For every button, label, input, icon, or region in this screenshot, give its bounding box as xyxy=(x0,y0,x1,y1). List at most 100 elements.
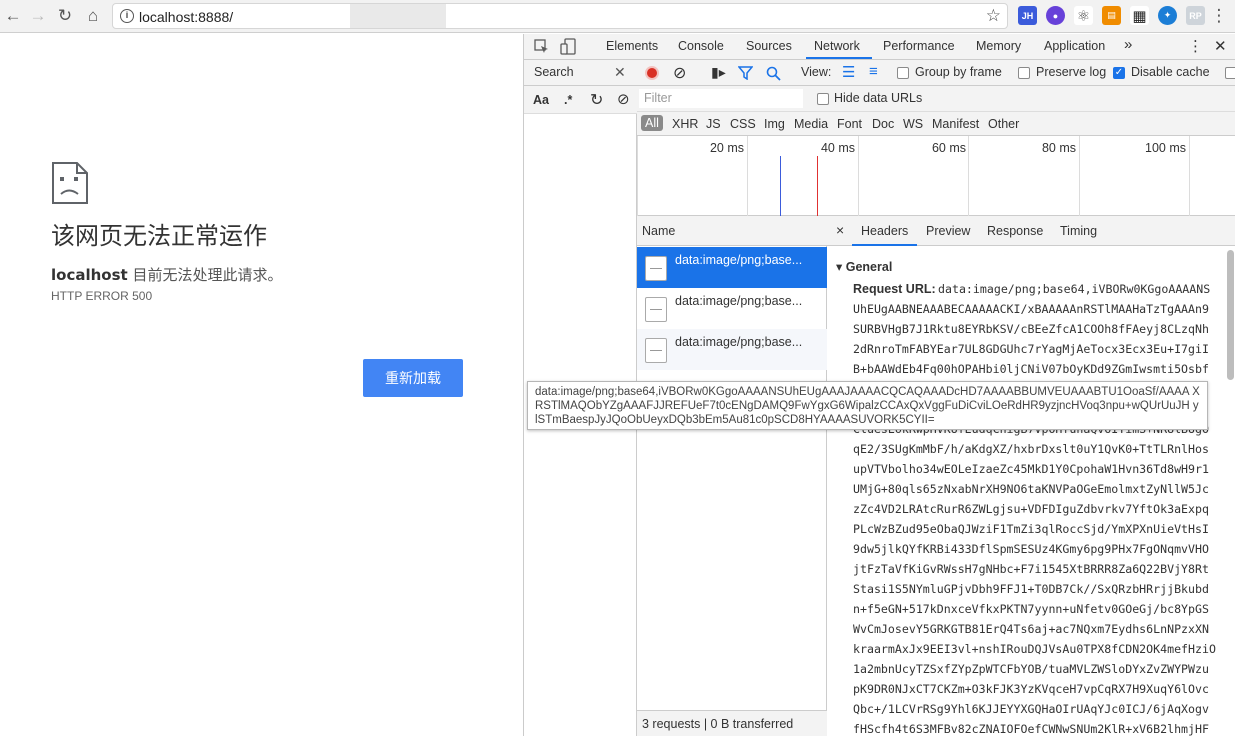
address-bar[interactable]: i localhost:8888/ ☆ xyxy=(112,3,1008,29)
type-filter-manifest[interactable]: Manifest xyxy=(932,117,979,131)
type-filter-css[interactable]: CSS xyxy=(730,117,756,131)
view-label: View: xyxy=(801,65,832,79)
hide-data-urls-checkbox[interactable] xyxy=(817,93,829,105)
tab-network-indicator xyxy=(806,57,872,59)
info-icon[interactable]: i xyxy=(120,9,134,23)
request-url-line: WvCmJosevY5GRKGTB81ErQ4Ts6aj+ac7NQxm7Eyd… xyxy=(853,622,1209,636)
tab-network[interactable]: Network xyxy=(814,39,860,53)
tab-preview[interactable]: Preview xyxy=(926,224,970,238)
more-tabs-icon[interactable]: » xyxy=(1124,36,1132,53)
request-url-line: zZc4VD2LRAtcRurR6ZWLgjsu+VDFDIguZdbvrkv7… xyxy=(853,502,1209,516)
request-detail-pane: × Headers Preview Response Timing ▾ Gene… xyxy=(827,216,1235,736)
filter-input[interactable]: Filter xyxy=(639,89,803,108)
name-column-header[interactable]: Name xyxy=(637,216,827,246)
general-section-header[interactable]: ▾ General xyxy=(836,259,892,274)
capture-screenshots-icon[interactable]: ▮▸ xyxy=(711,64,726,81)
device-toolbar-icon[interactable] xyxy=(560,38,576,55)
tick-label: 20 ms xyxy=(709,141,744,155)
request-list: Name data:image/png;base... data:image/p… xyxy=(637,216,827,736)
network-toolbar: ⊘ ▮▸ View: ☰ ≡ Group by frame Preserve l… xyxy=(637,60,1235,86)
bookmark-star-icon[interactable]: ☆ xyxy=(986,6,1001,26)
request-url-label: Request URL: xyxy=(853,282,936,296)
extension-circle-icon[interactable]: ● xyxy=(1046,6,1065,25)
request-row[interactable]: data:image/png;base... xyxy=(637,288,827,329)
filter-row: Filter Hide data URLs xyxy=(637,86,1235,112)
devtools-menu-icon[interactable]: ⋮ xyxy=(1188,37,1203,55)
forward-icon[interactable]: → xyxy=(27,5,49,27)
dom-content-loaded-marker xyxy=(780,156,781,216)
timeline-overview: 20 ms 40 ms 60 ms 80 ms 100 ms xyxy=(637,136,1235,216)
request-name: data:image/png;base... xyxy=(675,335,803,349)
sad-page-icon xyxy=(52,162,88,204)
request-name: data:image/png;base... xyxy=(675,253,803,267)
hide-data-urls-label: Hide data URLs xyxy=(834,91,923,105)
clear-log-icon[interactable]: ⊘ xyxy=(673,63,686,83)
large-rows-icon[interactable]: ☰ xyxy=(842,63,855,81)
tick-gridline xyxy=(1189,136,1190,216)
regex-toggle[interactable]: .* xyxy=(564,93,572,107)
extension-blue-icon[interactable]: ✦ xyxy=(1158,6,1177,25)
tick-label: 40 ms xyxy=(820,141,855,155)
disable-cache-checkbox[interactable]: ✓ xyxy=(1113,67,1125,79)
redacted-area xyxy=(350,4,446,28)
record-icon[interactable] xyxy=(645,66,659,80)
tab-response[interactable]: Response xyxy=(987,224,1043,238)
resource-type-filters: All XHR JS CSS Img Media Font Doc WS Man… xyxy=(637,112,1235,136)
type-filter-font[interactable]: Font xyxy=(837,117,862,131)
extension-react-icon[interactable]: ⚛ xyxy=(1074,6,1093,25)
tab-application[interactable]: Application xyxy=(1044,39,1105,53)
request-url-line: 2dRnroTmFABYEar7UL8GDGUhc7rYagMjAeTocx3E… xyxy=(853,342,1209,356)
tab-sources[interactable]: Sources xyxy=(746,39,792,53)
request-row[interactable]: data:image/png;base... xyxy=(637,247,827,288)
extension-rp-icon[interactable]: RP xyxy=(1186,6,1205,25)
group-by-frame-checkbox[interactable] xyxy=(897,67,909,79)
type-filter-all[interactable]: All xyxy=(641,115,663,131)
extension-jh-icon[interactable]: JH xyxy=(1018,6,1037,25)
home-icon[interactable]: ⌂ xyxy=(82,5,104,27)
request-url-line: qE2/3SUgKmMbF/h/aKdgXZ/hxbrDxslt0uY1QvK0… xyxy=(853,442,1209,456)
request-url-line: n+f5eGN+517kDnxceVfkxPKTN7yynn+uNfetv0GO… xyxy=(853,602,1209,616)
browser-menu-icon[interactable]: ⋮ xyxy=(1208,5,1230,27)
group-by-frame-label: Group by frame xyxy=(915,65,1002,79)
tick-gridline xyxy=(968,136,969,216)
request-row[interactable]: data:image/png;base... xyxy=(637,329,827,370)
preserve-log-checkbox[interactable] xyxy=(1018,67,1030,79)
tick-gridline xyxy=(637,136,638,216)
search-icon[interactable] xyxy=(766,66,781,81)
offline-checkbox[interactable] xyxy=(1225,67,1235,79)
request-name: data:image/png;base... xyxy=(675,294,803,308)
type-filter-other[interactable]: Other xyxy=(988,117,1019,131)
reload-button[interactable]: 重新加载 xyxy=(363,359,463,397)
reload-icon[interactable]: ↻ xyxy=(54,5,76,27)
clear-search-icon[interactable]: ⊘ xyxy=(617,90,630,108)
type-filter-ws[interactable]: WS xyxy=(903,117,923,131)
tab-memory[interactable]: Memory xyxy=(976,39,1021,53)
type-filter-img[interactable]: Img xyxy=(764,117,785,131)
extension-orange-icon[interactable]: ▤ xyxy=(1102,6,1121,25)
back-icon[interactable]: ← xyxy=(2,5,24,27)
close-devtools-icon[interactable]: ✕ xyxy=(1214,37,1227,55)
type-filter-media[interactable]: Media xyxy=(794,117,828,131)
detail-scrollbar[interactable] xyxy=(1227,250,1234,380)
type-filter-xhr[interactable]: XHR xyxy=(672,117,698,131)
tab-headers[interactable]: Headers xyxy=(861,224,908,238)
tab-console[interactable]: Console xyxy=(678,39,724,53)
request-url-line: 9dw5jlkQYfKRBi433DflSpmSESUz4KGmy6pg9PHx… xyxy=(853,542,1209,556)
request-url-line: jtFzTaVfKiGvRWssH7gNHbc+F7i1545XtBRRR8Za… xyxy=(853,562,1209,576)
tab-timing[interactable]: Timing xyxy=(1060,224,1097,238)
close-detail-icon[interactable]: × xyxy=(836,222,844,238)
tab-elements[interactable]: Elements xyxy=(606,39,658,53)
type-filter-js[interactable]: JS xyxy=(706,117,721,131)
tick-gridline xyxy=(858,136,859,216)
close-search-icon[interactable]: ✕ xyxy=(614,64,626,81)
waterfall-view-icon[interactable]: ≡ xyxy=(869,63,878,80)
refresh-search-icon[interactable]: ↻ xyxy=(590,90,603,110)
match-case-toggle[interactable]: Aa xyxy=(533,93,549,107)
search-tab-label[interactable]: Search xyxy=(534,65,574,79)
inspect-element-icon[interactable] xyxy=(534,39,549,54)
filter-icon[interactable] xyxy=(738,66,753,80)
tab-performance[interactable]: Performance xyxy=(883,39,955,53)
type-filter-doc[interactable]: Doc xyxy=(872,117,894,131)
error-code: HTTP ERROR 500 xyxy=(51,289,153,303)
extension-qr-icon[interactable]: ▦ xyxy=(1130,6,1149,25)
